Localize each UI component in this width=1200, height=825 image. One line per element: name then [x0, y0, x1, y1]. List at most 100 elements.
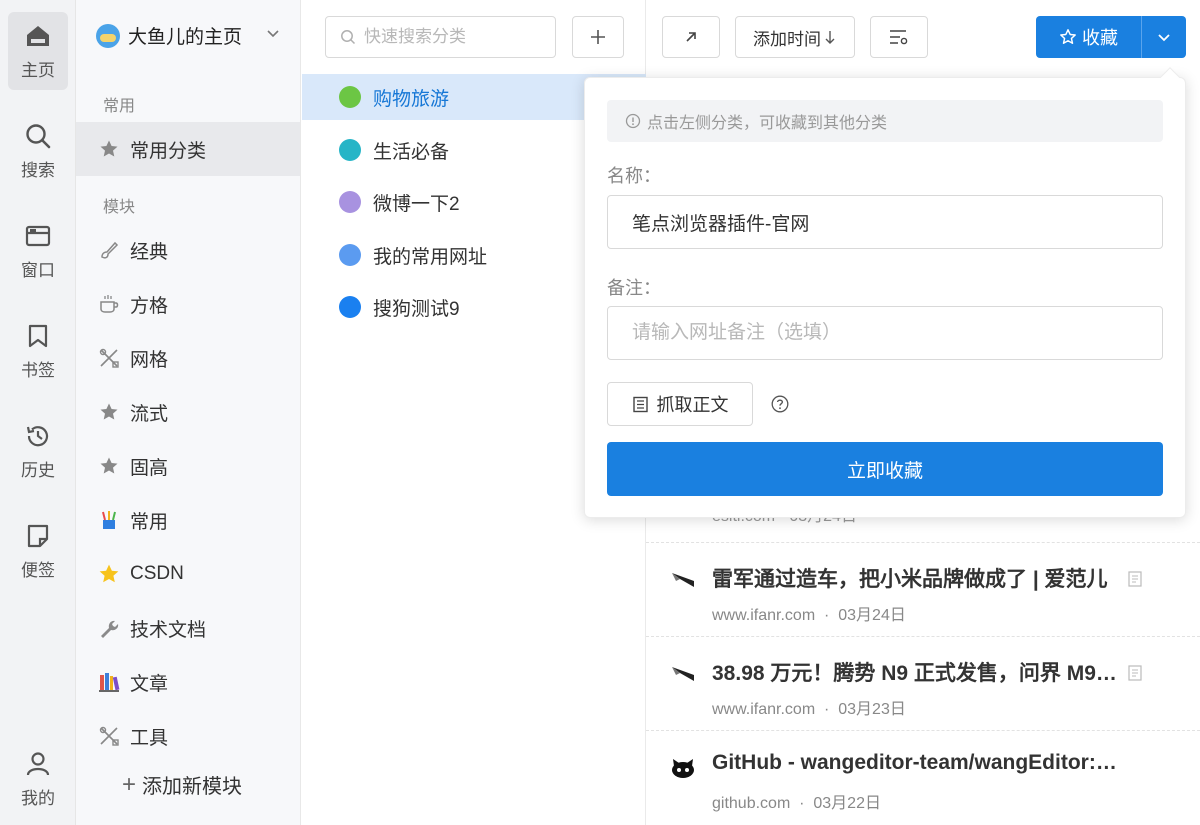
note-input[interactable] [632, 322, 1132, 344]
star-yellow-icon [98, 563, 120, 585]
name-input[interactable] [632, 211, 1132, 233]
document-icon [632, 396, 648, 412]
wrench-icon [98, 617, 120, 639]
category-search-input[interactable] [364, 27, 544, 47]
view-settings-button[interactable] [870, 16, 928, 58]
list-item[interactable]: 雷军通过造车，把小米品牌做成了 | 爱范儿 www.ifanr.com · 03… [646, 542, 1200, 636]
books-icon [98, 671, 120, 693]
list-item-meta: github.com · 03月22日 [712, 795, 881, 812]
list-item-domain: github.com [712, 795, 791, 812]
module-item-flow[interactable]: 流式 [76, 385, 300, 439]
list-item[interactable]: GitHub - wangeditor-team/wangEditor: wan… [646, 730, 1200, 824]
module-item-grid-square[interactable]: 方格 [76, 277, 300, 331]
list-item-date: 03月23日 [838, 701, 906, 718]
list-item-meta: www.ifanr.com · 03月23日 [712, 701, 906, 718]
rail-item-history[interactable]: 历史 [8, 412, 68, 490]
module-item-label: 常用分类 [130, 140, 207, 162]
list-item-meta: www.ifanr.com · 03月24日 [712, 607, 906, 624]
module-item-label: CSDN [130, 563, 184, 584]
section-common-label: 常用 [103, 98, 136, 115]
favorite-button-group: 收藏 [1036, 16, 1186, 58]
module-item-tech-docs[interactable]: 技术文档 [76, 601, 300, 655]
category-color-dot [339, 86, 361, 108]
rail-label: 主页 [21, 60, 55, 80]
github-favicon-icon [672, 759, 694, 778]
document-icon[interactable] [1128, 571, 1142, 587]
home-icon [27, 25, 49, 46]
module-item-tools[interactable]: 工具 [76, 709, 300, 763]
user-icon [26, 751, 50, 775]
module-item-label: 经典 [130, 241, 169, 263]
category-label: 我的常用网址 [373, 246, 488, 268]
rail-label: 我的 [21, 788, 55, 808]
rail-item-search[interactable]: 搜索 [8, 112, 68, 190]
module-item-classic[interactable]: 经典 [76, 223, 300, 277]
history-icon [26, 425, 49, 446]
add-category-button[interactable] [572, 16, 624, 58]
module-item-common[interactable]: 常用 [76, 493, 300, 547]
sort-button[interactable]: 添加时间 [735, 16, 855, 58]
name-label: 名称： [607, 166, 661, 186]
bookmark-icon [28, 324, 48, 347]
rail-item-window[interactable]: 窗口 [8, 212, 68, 290]
grab-content-button[interactable]: 抓取正文 [607, 382, 753, 426]
note-field [607, 306, 1163, 360]
cup-icon [98, 293, 120, 315]
category-color-dot [339, 139, 361, 161]
module-item-label: 常用 [130, 511, 169, 533]
module-item-label: 技术文档 [130, 619, 207, 641]
info-icon [625, 113, 641, 129]
search-icon [341, 30, 356, 45]
module-item-label: 网格 [130, 349, 169, 371]
search-icon [26, 123, 51, 148]
filter-settings-icon [890, 30, 908, 45]
open-external-button[interactable] [662, 16, 720, 58]
category-label: 搜狗测试9 [373, 298, 460, 320]
help-icon[interactable] [771, 395, 789, 413]
rail-label: 书签 [21, 360, 55, 380]
document-icon[interactable] [1128, 665, 1142, 681]
list-item[interactable]: 38.98 万元！腾势 N9 正式发售，问界 M9 的对手 www.ifanr.… [646, 636, 1200, 730]
module-item-grid[interactable]: 网格 [76, 331, 300, 385]
tools-icon [98, 347, 120, 369]
home-switcher[interactable]: 大鱼儿的主页 [96, 22, 279, 49]
category-color-dot [339, 244, 361, 266]
save-favorite-label: 立即收藏 [846, 460, 923, 482]
module-item-fixed-height[interactable]: 固高 [76, 439, 300, 493]
category-color-dot [339, 191, 361, 213]
rail-item-note[interactable]: 便签 [8, 512, 68, 590]
popover-tip-text: 点击左侧分类，可收藏到其他分类 [647, 115, 888, 132]
rail-item-user[interactable]: 我的 [8, 740, 68, 818]
favorite-button[interactable]: 收藏 [1036, 16, 1142, 58]
rail-item-home[interactable]: 主页 [8, 12, 68, 90]
add-module-button[interactable]: + 添加新模块 [122, 770, 242, 799]
note-label: 备注： [607, 278, 661, 298]
window-icon [25, 225, 51, 246]
chevron-down-icon [267, 30, 279, 38]
list-item-domain: www.ifanr.com [712, 701, 816, 718]
category-label: 生活必备 [373, 141, 450, 163]
module-item-label: 流式 [130, 403, 169, 425]
module-item-csdn[interactable]: CSDN [76, 547, 300, 601]
left-rail: 主页 搜索 窗口 书签 历史 便签 我的 [0, 0, 76, 825]
arrow-down-icon [825, 31, 835, 44]
module-item-label: 方格 [130, 295, 169, 317]
plus-icon: + [122, 770, 137, 798]
star-icon [98, 138, 120, 160]
arrow-up-right-icon [686, 32, 696, 42]
rail-label: 历史 [21, 460, 55, 480]
tools-icon [98, 725, 120, 747]
rail-item-bookmark[interactable]: 书签 [8, 312, 68, 390]
module-item-common-category[interactable]: 常用分类 [76, 122, 300, 176]
module-item-articles[interactable]: 文章 [76, 655, 300, 709]
add-module-label: 添加新模块 [142, 776, 243, 798]
chevron-down-icon [1158, 34, 1170, 42]
brush-icon [98, 239, 120, 261]
list-item-domain: www.ifanr.com [712, 607, 816, 624]
save-favorite-button[interactable]: 立即收藏 [607, 442, 1163, 496]
list-item-title: 雷军通过造车，把小米品牌做成了 | 爱范儿 [712, 568, 1108, 591]
category-label: 购物旅游 [373, 88, 450, 110]
list-item-title: GitHub - wangeditor-team/wangEditor: wan… [712, 751, 1122, 774]
list-item-date: 03月22日 [813, 795, 881, 812]
favorite-dropdown-button[interactable] [1142, 16, 1186, 58]
